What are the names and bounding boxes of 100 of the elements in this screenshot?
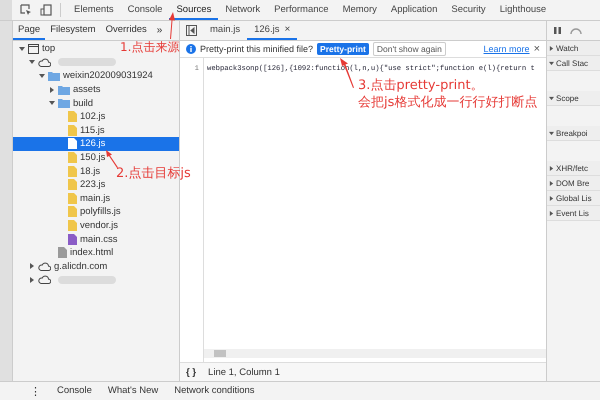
panel-tab[interactable]: Elements <box>67 0 121 20</box>
tree-item[interactable]: main.js <box>13 192 114 206</box>
folder-icon <box>58 98 70 108</box>
step-over-icon[interactable] <box>570 26 582 34</box>
drawer-tab[interactable]: What's New <box>108 384 158 398</box>
annotation-arrow <box>168 12 176 39</box>
expand-arrow-icon[interactable] <box>29 263 35 270</box>
expand-arrow-icon[interactable] <box>19 46 25 52</box>
annotation-text: 3.点击pretty-print。 <box>358 78 485 93</box>
tree-item[interactable]: assets <box>13 82 104 96</box>
drawer-tab[interactable]: Console <box>57 384 92 398</box>
tree-label: polyfills.js <box>80 206 121 218</box>
pause-icon[interactable] <box>553 26 562 35</box>
tree-item[interactable]: 223.js <box>13 178 108 192</box>
tree-label: g.alicdn.com <box>54 260 108 272</box>
close-button[interactable]: × <box>534 43 540 55</box>
expand-arrow-icon[interactable] <box>49 86 55 93</box>
tree-item[interactable]: index.html <box>13 246 116 260</box>
horizontal-scrollbar[interactable] <box>204 349 546 358</box>
file-icon <box>68 179 77 190</box>
pretty-print-button[interactable]: Pretty-print <box>317 43 369 55</box>
panel-tab[interactable]: Console <box>120 0 170 20</box>
dont-show-button[interactable]: Don't show again <box>372 42 446 56</box>
file-icon <box>68 138 77 150</box>
tree-label: 223.js <box>80 179 106 190</box>
file-icon <box>68 234 77 245</box>
tree-item[interactable]: main.css <box>13 232 120 246</box>
tree-label: 150.js <box>80 152 106 164</box>
navigator-tab[interactable]: Overrides <box>100 21 152 40</box>
file-icon <box>68 152 77 164</box>
expand-arrow-icon[interactable] <box>549 180 554 186</box>
navigator-tab[interactable]: Filesystem <box>45 21 101 40</box>
tree-label: main.js <box>80 192 110 204</box>
tree-item[interactable]: 150.js <box>13 150 108 164</box>
infobar-message: Pretty-print this minified file? <box>200 44 314 54</box>
tree-item[interactable]: polyfills.js <box>13 205 124 219</box>
annotation-text: 2.点击目标js <box>116 166 191 181</box>
tree-label: 102.js <box>80 111 106 122</box>
info-icon <box>186 44 196 54</box>
folder-icon <box>58 84 70 95</box>
tree-label: 18.js <box>80 166 100 177</box>
expand-arrow-icon[interactable] <box>29 276 35 283</box>
learn-more-link[interactable]: Learn more <box>484 44 530 54</box>
panel-tab[interactable]: Network <box>218 0 268 20</box>
tree-item[interactable]: 126.js <box>13 137 179 151</box>
expand-arrow-icon[interactable] <box>549 96 554 100</box>
tree-label: 115.js <box>80 124 105 136</box>
panel-tab[interactable]: Lighthouse <box>492 0 554 20</box>
tree-item[interactable]: 18.js <box>13 164 104 178</box>
expand-arrow-icon[interactable] <box>549 60 554 66</box>
file-icon <box>68 220 77 232</box>
file-icon <box>68 206 77 218</box>
cloud-icon <box>38 275 51 284</box>
navigator-tab[interactable]: Page <box>13 21 46 40</box>
expand-arrow-icon[interactable] <box>549 46 554 50</box>
tree-item[interactable]: weixin202009031924 <box>13 69 156 83</box>
folder-icon <box>48 70 60 81</box>
inspect-icon[interactable] <box>20 4 32 16</box>
panel-tab[interactable]: Performance <box>267 0 336 20</box>
tree-item[interactable]: 115.js <box>13 124 108 138</box>
tree-label: top <box>42 43 56 54</box>
panel-tab[interactable]: Application <box>384 0 444 20</box>
annotation-text: 会把js格式化成一行行好打断点 <box>358 95 538 110</box>
tree-label: weixin202009031924 <box>63 70 153 82</box>
sidebar-toggle-icon[interactable] <box>186 25 197 36</box>
tree-item[interactable]: g.alicdn.com <box>13 260 110 274</box>
file-icon <box>68 166 77 177</box>
frame-icon <box>28 44 39 54</box>
close-tab-button[interactable]: × <box>284 24 290 35</box>
tree-item[interactable]: top <box>13 42 58 56</box>
format-button[interactable]: { } <box>186 366 196 378</box>
file-icon <box>68 124 77 136</box>
expand-arrow-icon[interactable] <box>549 210 554 216</box>
tree-item[interactable]: vendor.js <box>13 218 122 232</box>
file-tab[interactable]: main.js <box>203 21 248 40</box>
tree-label: main.css <box>80 234 118 245</box>
tree-item[interactable]: 102.js <box>13 110 108 124</box>
expand-arrow-icon[interactable] <box>39 72 45 79</box>
expand-arrow-icon[interactable] <box>549 130 554 136</box>
annotation-text: 1.点击来源 <box>120 40 180 55</box>
more-tabs-button[interactable]: » <box>154 25 166 36</box>
tree-label: vendor.js <box>80 220 118 232</box>
expand-arrow-icon[interactable] <box>549 166 554 170</box>
annotation-arrow <box>106 150 118 168</box>
device-icon[interactable] <box>40 4 52 16</box>
expand-arrow-icon[interactable] <box>49 100 55 106</box>
tree-item[interactable]: build <box>13 96 96 110</box>
expand-arrow-icon[interactable] <box>549 196 554 200</box>
drawer-tab[interactable]: Network conditions <box>174 384 255 398</box>
file-icon <box>68 111 77 122</box>
expand-arrow-icon[interactable] <box>29 59 35 66</box>
panel-tab[interactable]: Memory <box>336 0 384 20</box>
file-icon <box>58 247 67 258</box>
cursor-position: Line 1, Column 1 <box>208 366 280 378</box>
tree-label: assets <box>73 84 100 96</box>
panel-tab[interactable]: Security <box>444 0 493 20</box>
tree-label: index.html <box>70 247 114 258</box>
menu-button[interactable]: ⋮ <box>30 384 41 398</box>
tree-label: build <box>73 98 94 109</box>
cloud-icon <box>38 262 51 271</box>
